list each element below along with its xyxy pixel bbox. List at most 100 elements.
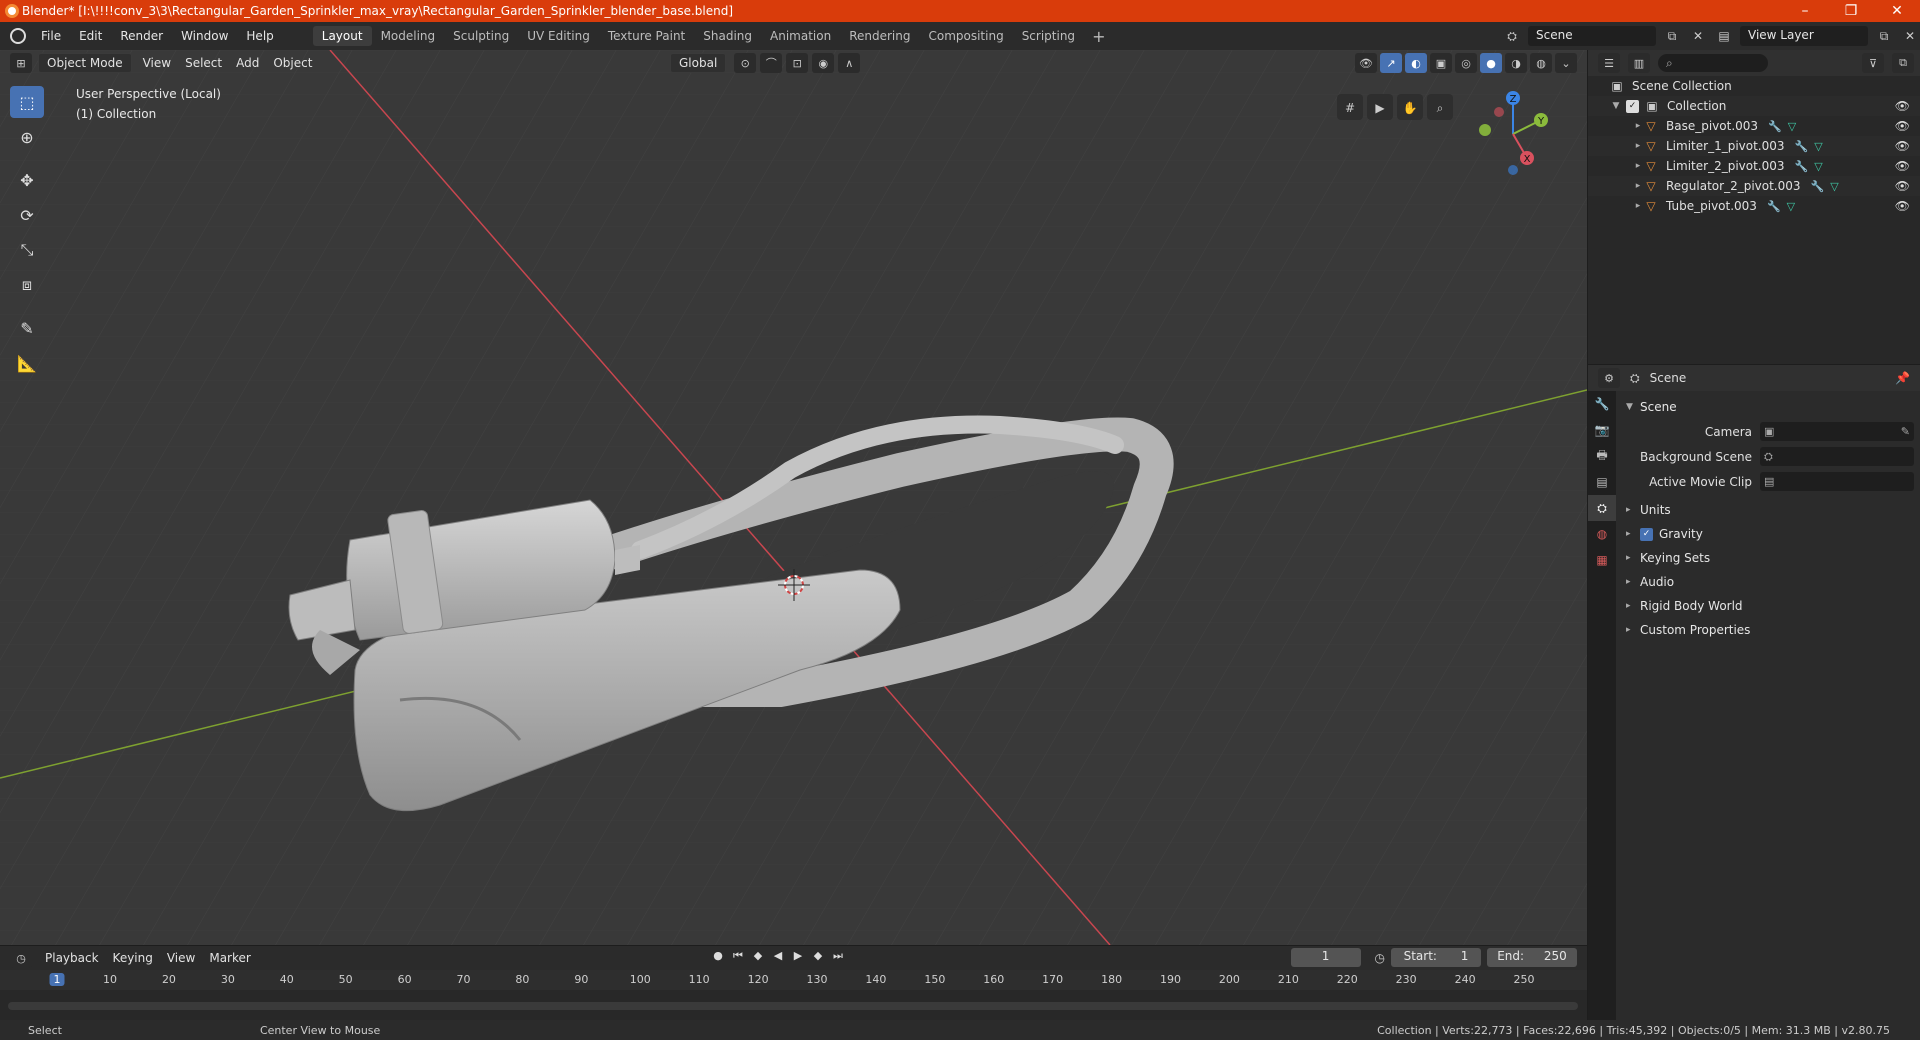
current-frame-field[interactable]: 1 [1290,948,1361,967]
measure-tool-icon[interactable]: 📐 [10,347,44,379]
background-scene-field[interactable]: ⛭ [1760,447,1914,466]
maximize-button[interactable]: ❐ [1828,3,1874,19]
expand-object-icon[interactable]: ▸ [1632,141,1644,151]
tab-shading[interactable]: Shading [694,26,761,46]
mesh-data-icon[interactable]: ▽ [1788,120,1796,133]
units-panel[interactable]: ▸ Units [1622,498,1914,522]
active-movie-clip-field[interactable]: ▤ [1760,472,1914,491]
wireframe-shading-icon[interactable]: ◎ [1455,53,1477,73]
timeline-menu-keying[interactable]: Keying [106,951,160,965]
display-mode-icon[interactable]: ▥ [1628,53,1650,73]
object-visibility-icon[interactable]: 👁 [1895,119,1910,133]
delete-scene-icon[interactable]: ✕ [1688,26,1708,46]
modifier-icon[interactable]: 🔧 [1795,160,1809,173]
proportional-edit-icon[interactable]: ◉ [812,53,835,73]
outliner-object-row[interactable]: ▸ ▽ Regulator_2_pivot.003 🔧 ▽ 👁 [1588,176,1920,196]
gravity-checkbox[interactable]: ✓ [1640,527,1653,541]
tool-tab-icon[interactable]: 🔧 [1588,391,1616,417]
tab-animation[interactable]: Animation [761,26,840,46]
expand-object-icon[interactable]: ▸ [1632,181,1644,191]
gizmo-toggle-icon[interactable]: ↗ [1380,53,1402,73]
viewport-menu-object[interactable]: Object [266,56,319,70]
overlay-toggle-icon[interactable]: ◐ [1405,53,1427,73]
prev-keyframe-icon[interactable]: ◆ [750,949,766,963]
pin-icon[interactable]: 📌 [1895,371,1910,385]
viewport-menu-add[interactable]: Add [229,56,266,70]
new-collection-icon[interactable]: ⧉ [1892,53,1914,73]
minimize-button[interactable]: – [1782,3,1828,19]
tab-texture-paint[interactable]: Texture Paint [599,26,694,46]
modifier-icon[interactable]: 🔧 [1811,180,1825,193]
editor-type-icon[interactable]: ⊞ [10,53,32,73]
tab-modeling[interactable]: Modeling [372,26,445,46]
cursor-tool-icon[interactable]: ⊕ [10,121,44,153]
blender-logo-icon[interactable] [10,28,26,44]
menu-render[interactable]: Render [111,29,172,43]
visibility-icon[interactable]: 👁 [1355,53,1377,73]
tab-uv-editing[interactable]: UV Editing [518,26,599,46]
tab-compositing[interactable]: Compositing [919,26,1012,46]
snap-icon[interactable]: ⌒ [760,53,783,73]
material-shading-icon[interactable]: ◑ [1505,53,1527,73]
stopwatch-icon[interactable]: ◷ [1375,951,1385,965]
tab-rendering[interactable]: Rendering [840,26,919,46]
3d-viewport[interactable]: ⊞ Object Mode View Select Add Object Glo… [0,50,1587,945]
outliner-editor-icon[interactable]: ☰ [1598,53,1620,73]
end-frame-field[interactable]: End: 250 [1487,948,1577,967]
play-icon[interactable]: ▶ [790,949,806,963]
outliner-object-row[interactable]: ▸ ▽ Base_pivot.003 🔧 ▽ 👁 [1588,116,1920,136]
close-button[interactable]: ✕ [1874,3,1920,19]
object-mode-dropdown[interactable]: Object Mode [38,53,132,73]
mesh-data-icon[interactable]: ▽ [1814,160,1822,173]
modifier-icon[interactable]: 🔧 [1767,200,1781,213]
properties-editor-icon[interactable]: ⚙ [1598,368,1620,388]
rotate-tool-icon[interactable]: ⟳ [10,199,44,231]
outliner-object-row[interactable]: ▸ ▽ Limiter_2_pivot.003 🔧 ▽ 👁 [1588,156,1920,176]
new-view-layer-icon[interactable]: ⧉ [1874,26,1894,46]
custom-properties-panel[interactable]: ▸ Custom Properties [1622,618,1914,642]
scene-tab-icon[interactable]: ⛭ [1588,495,1616,521]
render-tab-icon[interactable]: 📷 [1588,417,1616,443]
object-visibility-icon[interactable]: 👁 [1895,139,1910,153]
modifier-icon[interactable]: 🔧 [1768,120,1782,133]
next-keyframe-icon[interactable]: ◆ [810,949,826,963]
shading-options-icon[interactable]: ⌄ [1555,53,1577,73]
scale-tool-icon[interactable]: ⤡ [10,234,44,266]
mesh-data-icon[interactable]: ▽ [1830,180,1838,193]
timeline-scrollbar[interactable] [8,1002,1578,1010]
collection-checkbox[interactable]: ✓ [1626,99,1639,113]
annotate-tool-icon[interactable]: ✎ [10,312,44,344]
camera-field[interactable]: ▣ ✎ [1760,422,1914,441]
select-box-tool-icon[interactable]: ⬚ [10,86,44,118]
timeline-menu-marker[interactable]: Marker [202,951,257,965]
solid-shading-icon[interactable]: ● [1480,53,1502,73]
gravity-panel[interactable]: ▸ ✓ Gravity [1622,522,1914,546]
navigation-gizmo[interactable]: # ▶ ✋ ⌕ Z Y X [1317,78,1577,218]
object-visibility-icon[interactable]: 👁 [1895,159,1910,173]
tab-layout[interactable]: Layout [312,26,372,46]
gizmo-neg-z-axis[interactable] [1508,165,1518,175]
expand-object-icon[interactable]: ▸ [1632,161,1644,171]
modifier-icon[interactable]: 🔧 [1795,140,1809,153]
expand-object-icon[interactable]: ▸ [1632,201,1644,211]
collection-visibility-icon[interactable]: 👁 [1895,99,1910,113]
timeline-menu-playback[interactable]: Playback [38,951,106,965]
move-tool-icon[interactable]: ✥ [10,164,44,196]
menu-file[interactable]: File [32,29,70,43]
pivot-point-icon[interactable]: ⊙ [734,53,757,73]
menu-help[interactable]: Help [237,29,282,43]
eyedropper-icon[interactable]: ✎ [1901,425,1910,438]
viewport-menu-view[interactable]: View [136,56,178,70]
outliner-collection[interactable]: ▼ ✓ ▣ Collection 👁 [1588,96,1920,116]
texture-tab-icon[interactable]: ▦ [1588,547,1616,573]
audio-panel[interactable]: ▸ Audio [1622,570,1914,594]
view-layer-icon[interactable]: ▤ [1714,26,1734,46]
new-scene-icon[interactable]: ⧉ [1662,26,1682,46]
gizmo-neg-x-axis[interactable] [1494,107,1504,117]
view-layer-tab-icon[interactable]: ▤ [1588,469,1616,495]
mesh-data-icon[interactable]: ▽ [1814,140,1822,153]
falloff-icon[interactable]: ∧ [838,53,861,73]
rigid-body-world-panel[interactable]: ▸ Rigid Body World [1622,594,1914,618]
xray-icon[interactable]: ▣ [1430,53,1452,73]
gizmo-neg-y-axis[interactable] [1479,124,1491,136]
